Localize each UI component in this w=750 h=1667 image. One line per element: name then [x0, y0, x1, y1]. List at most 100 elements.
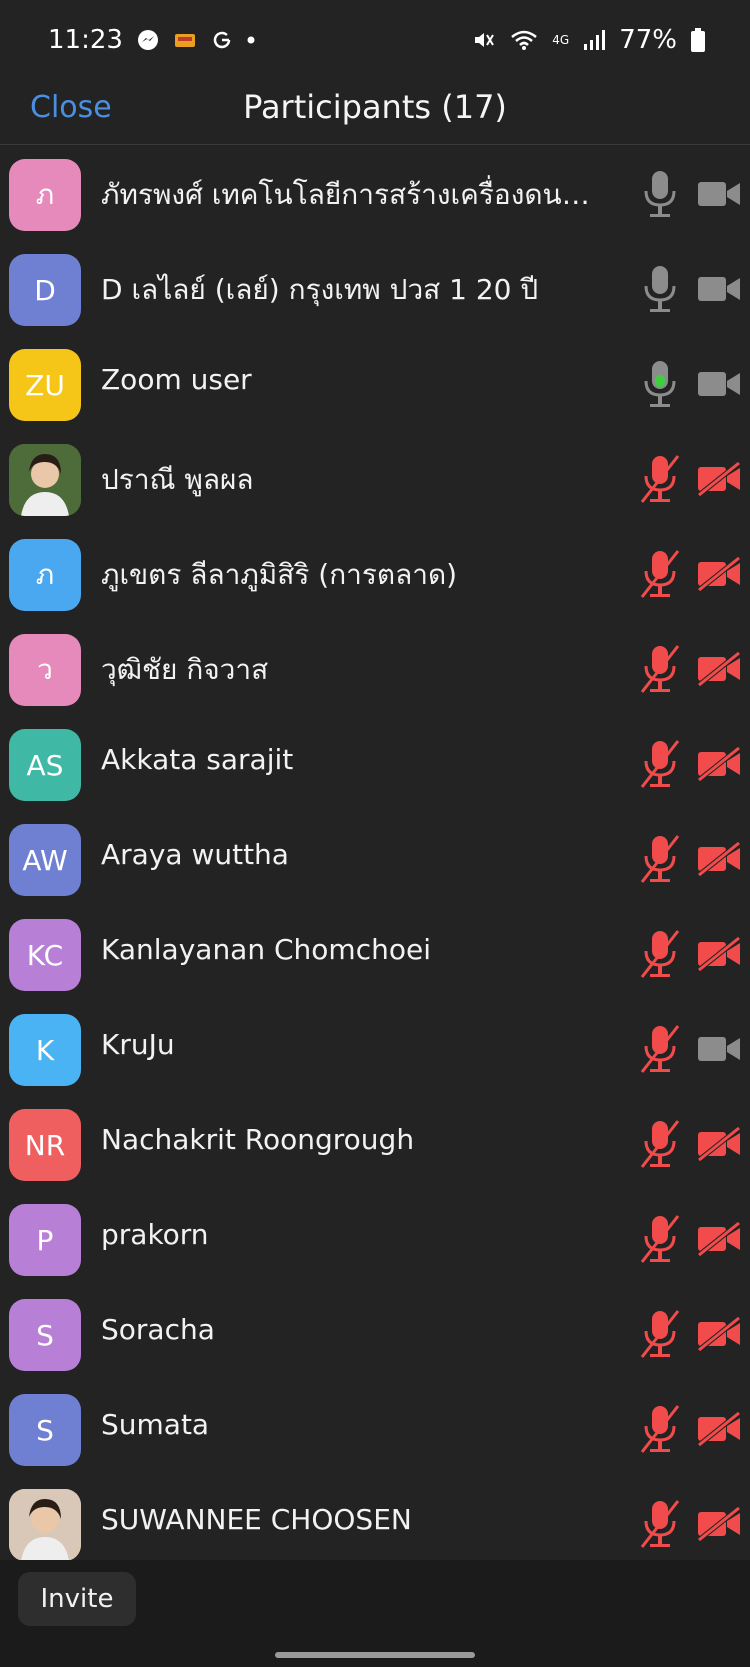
- header: Close Participants (17): [0, 80, 750, 145]
- participant-row[interactable]: S Sumata: [0, 1380, 750, 1475]
- participant-name: Akkata sarajit: [101, 743, 294, 776]
- mic-muted-icon[interactable]: [638, 739, 682, 791]
- participant-name: Nachakrit Roongrough: [101, 1123, 415, 1156]
- profile-photo: [9, 1489, 81, 1561]
- participant-row[interactable]: AW Araya wuttha: [0, 810, 750, 905]
- participant-row[interactable]: S Soracha: [0, 1285, 750, 1380]
- participant-row[interactable]: ภ ภัทรพงศ์ เทคโนโลยีการสร้างเครื่องดนตรี.…: [0, 145, 750, 240]
- participant-name: ภูเขตร ลีลาภูมิสิริ (การตลาด): [101, 558, 458, 591]
- avatar-initials: ภ: [35, 558, 55, 591]
- video-off-icon[interactable]: [697, 1411, 741, 1447]
- participant-row[interactable]: SUWANNEE CHOOSEN: [0, 1475, 750, 1570]
- video-camera-icon[interactable]: [697, 272, 741, 306]
- mic-muted-icon[interactable]: [638, 549, 682, 601]
- home-indicator[interactable]: [275, 1652, 475, 1658]
- avatar-initials: ภ: [35, 178, 55, 211]
- video-camera-icon[interactable]: [697, 177, 741, 211]
- avatar: S: [9, 1394, 81, 1466]
- mic-muted-icon[interactable]: [638, 1499, 682, 1551]
- avatar-initials: AS: [26, 748, 64, 782]
- video-camera-icon[interactable]: [697, 1032, 741, 1066]
- network-type: 4G: [552, 33, 570, 47]
- status-bar: 11:23 4G 77%: [0, 0, 750, 80]
- video-off-icon[interactable]: [697, 651, 741, 687]
- participant-name: SUWANNEE CHOOSEN: [101, 1503, 412, 1536]
- avatar: ZU: [9, 349, 81, 421]
- participant-name: Sumata: [101, 1408, 210, 1441]
- participant-name: prakorn: [101, 1218, 209, 1251]
- participant-row[interactable]: ภ ภูเขตร ลีลาภูมิสิริ (การตลาด): [0, 525, 750, 620]
- avatar-initials: P: [36, 1223, 54, 1257]
- video-off-icon[interactable]: [697, 1221, 741, 1257]
- avatar: P: [9, 1204, 81, 1276]
- invite-button[interactable]: Invite: [18, 1572, 136, 1626]
- profile-photo: [9, 444, 81, 516]
- mic-muted-icon[interactable]: [638, 1119, 682, 1171]
- avatar-initials: KC: [26, 938, 64, 972]
- avatar-initials: AW: [22, 843, 68, 877]
- participant-name: ปราณี พูลผล: [101, 463, 254, 496]
- mic-muted-icon[interactable]: [638, 1404, 682, 1456]
- avatar-initials: K: [35, 1033, 55, 1067]
- avatar-initials: ZU: [25, 368, 65, 402]
- participant-name: D เลไลย์ (เลย์) กรุงเทพ ปวส 1 20 ปี: [101, 273, 539, 306]
- avatar: AW: [9, 824, 81, 896]
- video-off-icon[interactable]: [697, 936, 741, 972]
- mic-muted-icon[interactable]: [638, 454, 682, 506]
- video-off-icon[interactable]: [697, 1506, 741, 1542]
- video-camera-icon[interactable]: [697, 367, 741, 401]
- page-title: Participants (17): [243, 88, 507, 126]
- participant-row[interactable]: AS Akkata sarajit: [0, 715, 750, 810]
- avatar-initials: NR: [24, 1128, 66, 1162]
- participant-name: KruJu: [101, 1028, 175, 1061]
- participant-name: วุฒิชัย กิจวาส: [101, 653, 269, 686]
- participant-row[interactable]: KC Kanlayanan Chomchoei: [0, 905, 750, 1000]
- avatar: ภ: [9, 539, 81, 611]
- status-time: 11:23: [48, 25, 123, 55]
- participant-name: Araya wuttha: [101, 838, 289, 871]
- avatar: D: [9, 254, 81, 326]
- participant-row[interactable]: D D เลไลย์ (เลย์) กรุงเทพ ปวส 1 20 ปี: [0, 240, 750, 335]
- avatar: NR: [9, 1109, 81, 1181]
- mic-muted-icon[interactable]: [638, 834, 682, 886]
- app-notification-icon: [173, 30, 197, 50]
- avatar: [9, 1489, 81, 1561]
- mic-muted-icon[interactable]: [638, 1214, 682, 1266]
- avatar: AS: [9, 729, 81, 801]
- microphone-icon[interactable]: [638, 169, 682, 221]
- mic-muted-icon[interactable]: [638, 929, 682, 981]
- close-button[interactable]: Close: [30, 90, 112, 125]
- microphone-icon[interactable]: [638, 264, 682, 316]
- participant-row[interactable]: ZU Zoom user: [0, 335, 750, 430]
- microphone-icon[interactable]: [638, 359, 682, 411]
- participant-row[interactable]: NR Nachakrit Roongrough: [0, 1095, 750, 1190]
- avatar-initials: ว: [37, 653, 53, 686]
- dot-icon: [247, 36, 255, 44]
- participant-name: Soracha: [101, 1313, 215, 1346]
- wifi-icon: [510, 29, 538, 51]
- video-off-icon[interactable]: [697, 746, 741, 782]
- mic-muted-icon[interactable]: [638, 644, 682, 696]
- avatar: K: [9, 1014, 81, 1086]
- battery-level: 77%: [619, 25, 677, 55]
- avatar: ว: [9, 634, 81, 706]
- mute-vibrate-icon: [472, 29, 496, 51]
- avatar-initials: S: [36, 1413, 54, 1447]
- video-off-icon[interactable]: [697, 1126, 741, 1162]
- participant-name: Zoom user: [101, 363, 252, 396]
- participant-row[interactable]: ว วุฒิชัย กิจวาส: [0, 620, 750, 715]
- avatar: KC: [9, 919, 81, 991]
- video-off-icon[interactable]: [697, 556, 741, 592]
- participant-row[interactable]: K KruJu: [0, 1000, 750, 1095]
- participant-row[interactable]: ปราณี พูลผล: [0, 430, 750, 525]
- mic-muted-icon[interactable]: [638, 1309, 682, 1361]
- participant-row[interactable]: Pprakorn: [0, 1190, 750, 1285]
- signal-icon: [583, 30, 606, 50]
- video-off-icon[interactable]: [697, 1316, 741, 1352]
- bottom-bar: Invite: [0, 1560, 750, 1667]
- video-off-icon[interactable]: [697, 461, 741, 497]
- battery-icon: [691, 28, 705, 52]
- video-off-icon[interactable]: [697, 841, 741, 877]
- avatar: S: [9, 1299, 81, 1371]
- mic-muted-icon[interactable]: [638, 1024, 682, 1076]
